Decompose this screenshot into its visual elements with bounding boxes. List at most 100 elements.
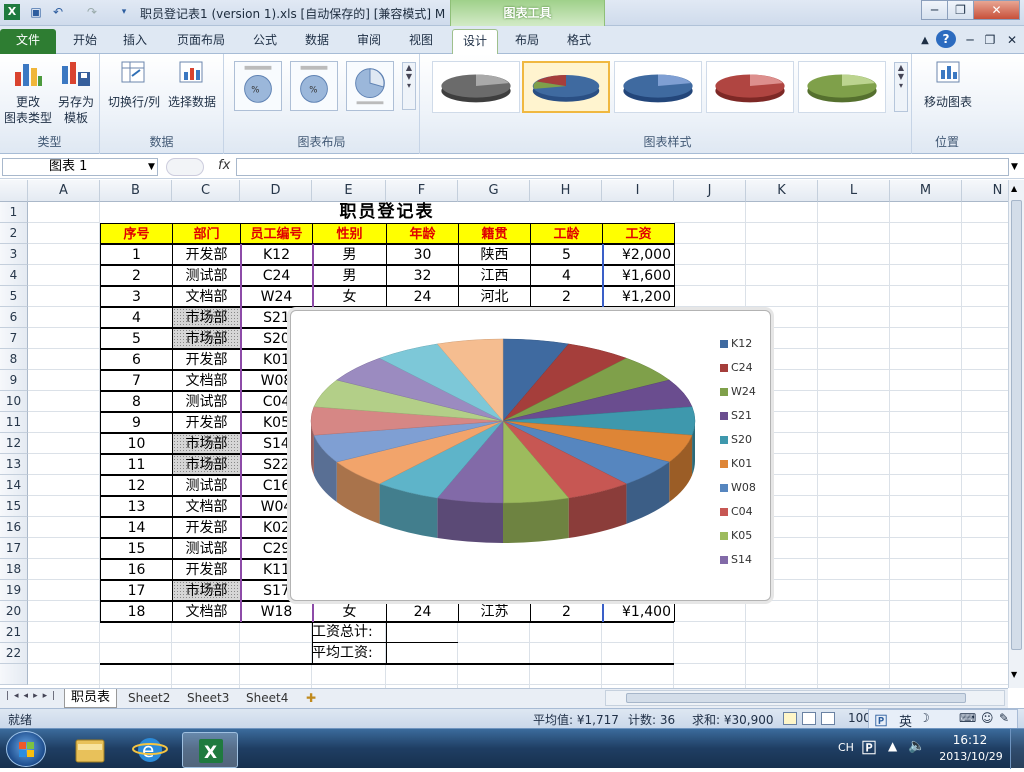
data-cell[interactable]: 11 — [100, 454, 173, 475]
page-layout-view-icon[interactable] — [802, 712, 816, 725]
name-box[interactable]: 图表 1 — [2, 158, 158, 176]
scroll-up-icon[interactable]: ▲ — [1011, 184, 1017, 193]
styles-scroll[interactable]: ▲ ▼ ▾ — [894, 62, 908, 112]
volume-icon[interactable]: 🔈 — [908, 738, 925, 754]
data-cell[interactable]: 开发部 — [172, 244, 241, 265]
normal-view-icon[interactable] — [783, 712, 797, 725]
data-cell[interactable]: 开发部 — [172, 517, 241, 538]
pie-chart-plot[interactable] — [291, 311, 772, 602]
legend-entry[interactable]: C04 — [720, 505, 790, 519]
data-cell[interactable]: 12 — [100, 475, 173, 496]
data-cell[interactable]: 24 — [386, 601, 459, 622]
data-cell[interactable]: 3 — [100, 286, 173, 307]
data-cell[interactable]: 开发部 — [172, 412, 241, 433]
row-header-16[interactable]: 16 — [0, 517, 28, 538]
data-cell[interactable]: 5 — [530, 244, 603, 265]
data-cell[interactable]: 男 — [312, 265, 387, 286]
data-cell[interactable]: 文档部 — [172, 496, 241, 517]
layout-option-2[interactable]: % — [290, 61, 338, 111]
row-header-17[interactable]: 17 — [0, 538, 28, 559]
data-cell[interactable]: 2 — [100, 265, 173, 286]
save-as-template-button[interactable]: 另存为 模板 — [52, 58, 100, 126]
data-cell[interactable]: 测试部 — [172, 391, 241, 412]
customize-toolbar-icon[interactable]: ▾ — [116, 4, 132, 20]
sheet-tab-3[interactable]: Sheet3 — [181, 689, 235, 708]
data-cell[interactable]: 5 — [100, 328, 173, 349]
data-cell[interactable]: 市场部 — [172, 580, 241, 601]
data-cell[interactable]: 江西 — [458, 265, 531, 286]
clock-date[interactable]: 2013/10/29 — [936, 750, 1006, 763]
row-header-4[interactable]: 4 — [0, 265, 28, 286]
row-header-6[interactable]: 6 — [0, 307, 28, 328]
data-cell[interactable]: 4 — [100, 307, 173, 328]
ie-taskbar-icon[interactable]: e — [122, 732, 178, 768]
layout-option-1[interactable]: % — [234, 61, 282, 111]
data-cell[interactable]: 30 — [386, 244, 459, 265]
horizontal-scrollbar[interactable] — [605, 690, 1005, 706]
vertical-scroll-thumb[interactable] — [1011, 200, 1022, 650]
row-header-2[interactable]: 2 — [0, 223, 28, 244]
row-header-5[interactable]: 5 — [0, 286, 28, 307]
data-cell[interactable]: W24 — [240, 286, 313, 307]
excel-icon[interactable]: X — [4, 4, 20, 20]
data-cell[interactable]: 24 — [386, 286, 459, 307]
legend-entry[interactable]: C24 — [720, 361, 790, 375]
column-header-a[interactable]: A — [28, 180, 100, 202]
chart-style-gray[interactable] — [432, 61, 520, 113]
data-cell[interactable]: 测试部 — [172, 538, 241, 559]
tab-insert[interactable]: 插入 — [112, 29, 158, 54]
row-header-8[interactable]: 8 — [0, 349, 28, 370]
row-header-20[interactable]: 20 — [0, 601, 28, 622]
legend-entry[interactable]: S14 — [720, 553, 790, 567]
layout-scroll[interactable]: ▲ ▼ ▾ — [402, 62, 416, 110]
data-cell[interactable]: 14 — [100, 517, 173, 538]
legend-entry[interactable]: K12 — [720, 337, 790, 351]
data-cell[interactable]: 1 — [100, 244, 173, 265]
data-cell[interactable]: ¥1,200 — [602, 286, 675, 307]
ime-user-icon[interactable]: ☺ — [981, 711, 994, 725]
tab-formulas[interactable]: 公式 — [242, 29, 288, 54]
row-header-3[interactable]: 3 — [0, 244, 28, 265]
sheet-tab-2[interactable]: Sheet2 — [122, 689, 176, 708]
column-header-n[interactable]: N — [962, 180, 1008, 202]
data-cell[interactable]: 文档部 — [172, 601, 241, 622]
doc-restore-icon[interactable]: ❐ — [982, 29, 998, 54]
legend-entry[interactable]: S21 — [720, 409, 790, 423]
horizontal-scroll-thumb[interactable] — [626, 693, 966, 703]
data-cell[interactable]: ¥1,600 — [602, 265, 675, 286]
doc-close-icon[interactable]: ✕ — [1004, 29, 1020, 54]
data-cell[interactable]: 18 — [100, 601, 173, 622]
row-header-19[interactable]: 19 — [0, 580, 28, 601]
legend-entry[interactable]: W08 — [720, 481, 790, 495]
data-cell[interactable]: ¥2,000 — [602, 244, 675, 265]
pie-chart[interactable] — [290, 310, 771, 601]
data-cell[interactable]: 10 — [100, 433, 173, 454]
excel-taskbar-icon[interactable]: X — [182, 732, 238, 768]
data-cell[interactable]: K12 — [240, 244, 313, 265]
pie-slice-side[interactable] — [503, 498, 569, 543]
data-cell[interactable]: 9 — [100, 412, 173, 433]
tab-design[interactable]: 设计 — [452, 29, 498, 54]
tab-file[interactable]: 文件 — [0, 29, 56, 54]
chart-style-red[interactable] — [706, 61, 794, 113]
ime-moon-icon[interactable]: ☽ — [919, 711, 930, 725]
data-cell[interactable]: 13 — [100, 496, 173, 517]
data-cell[interactable]: 市场部 — [172, 328, 241, 349]
data-cell[interactable]: 女 — [312, 601, 387, 622]
data-cell[interactable]: 7 — [100, 370, 173, 391]
start-button[interactable] — [6, 731, 46, 767]
row-header-13[interactable]: 13 — [0, 454, 28, 475]
sheet-tab-4[interactable]: Sheet4 — [240, 689, 294, 708]
row-header-23[interactable] — [0, 664, 28, 685]
row-header-7[interactable]: 7 — [0, 328, 28, 349]
data-cell[interactable]: W18 — [240, 601, 313, 622]
show-desktop-button[interactable] — [1010, 729, 1024, 769]
column-header-m[interactable]: M — [890, 180, 962, 202]
legend-entry[interactable]: S20 — [720, 433, 790, 447]
redo-icon[interactable]: ↷ — [84, 4, 100, 20]
tab-page-layout[interactable]: 页面布局 — [168, 29, 234, 54]
scroll-down-icon[interactable]: ▼ — [1011, 670, 1017, 679]
data-cell[interactable]: 市场部 — [172, 454, 241, 475]
insert-sheet-icon[interactable]: ✚ — [300, 689, 322, 708]
row-header-14[interactable]: 14 — [0, 475, 28, 496]
